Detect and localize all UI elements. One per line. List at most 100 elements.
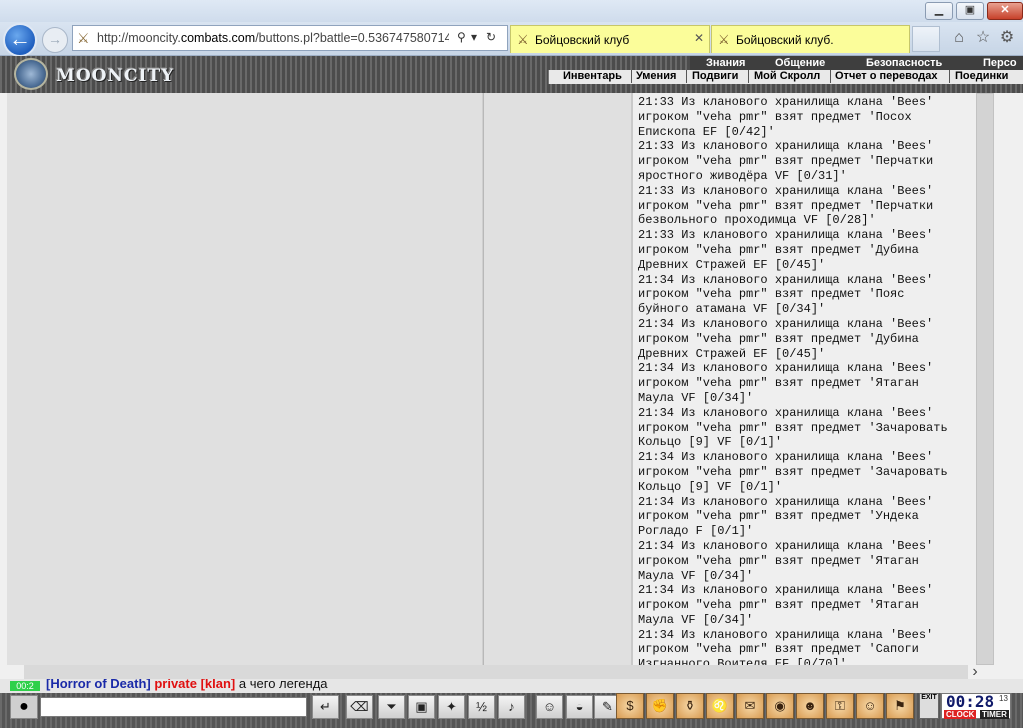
mask-button[interactable]: ☻ [796, 693, 824, 719]
half-button[interactable]: ½ [468, 695, 495, 719]
clear-button[interactable]: ⌫ [346, 695, 373, 719]
dropdown-icon[interactable]: ▾ [471, 30, 477, 44]
exit-label: EXIT [921, 694, 937, 701]
chat-private-tag[interactable]: private [klan] [154, 679, 235, 691]
sound-button[interactable]: ♪ [498, 695, 525, 719]
log-line: игроком "veha pmr" взят предмет 'Пояс [638, 287, 905, 302]
friends-button[interactable]: ☺ [856, 693, 884, 719]
transfer-button[interactable]: ✦ [438, 695, 465, 719]
funnel-icon: ⏷ [386, 699, 397, 714]
log-line: игроком "veha pmr" взят предмет 'Посох [638, 109, 912, 124]
log-line: 21:34 Из кланового хранилища клана 'Bees… [638, 583, 934, 598]
menu-communication[interactable]: Общение [775, 57, 825, 69]
log-line: 21:34 Из кланового хранилища клана 'Bees… [638, 316, 934, 331]
filter-button[interactable]: ⏷ [378, 695, 405, 719]
log-line: 21:34 Из кланового хранилища клана 'Bees… [638, 405, 934, 420]
menu-transfer-report[interactable]: Отчет о переводах [835, 70, 938, 82]
tab-label: Бойцовский клуб [535, 33, 630, 47]
favorites-star-icon[interactable]: ☆ [972, 27, 994, 49]
gear-icon[interactable]: ⚙ [996, 27, 1018, 49]
logo-text: MOONCITY [56, 66, 175, 86]
close-window-button[interactable]: ✕ [987, 2, 1023, 20]
timer-label[interactable]: TIMER [980, 710, 1009, 719]
main-frame [7, 93, 482, 665]
send-button[interactable]: ↵ [312, 695, 339, 719]
fraction-icon: ½ [476, 699, 487, 714]
scroll-button[interactable]: ✉ [736, 693, 764, 719]
log-line: 21:33 Из кланового хранилища клана 'Bees… [638, 183, 934, 198]
log-line: игроком "veha pmr" взят предмет 'Зачаров… [638, 464, 948, 479]
spy-icon: ◉ [774, 698, 786, 713]
right-margin [994, 93, 1023, 665]
back-button[interactable]: ← [3, 23, 37, 57]
address-bar[interactable]: ⚔ http://mooncity.combats.com/buttons.pl… [72, 25, 508, 51]
log-line: Маула VF [0/34]' [638, 390, 754, 405]
new-tab-button[interactable] [912, 26, 940, 52]
menu-knowledge[interactable]: Знания [706, 57, 745, 69]
log-line: игроком "veha pmr" взят предмет 'Ундека [638, 509, 919, 524]
tab-combats-2[interactable]: ⚔ Бойцовский клуб. [711, 25, 910, 53]
save-chat-button[interactable]: ▣ [408, 695, 435, 719]
bag-button[interactable]: $ [616, 693, 644, 719]
menu-separator [686, 70, 687, 83]
lion-button[interactable]: ♌ [706, 693, 734, 719]
minimize-button[interactable]: ▁ [925, 2, 953, 20]
vertical-scrollbar[interactable] [976, 93, 994, 665]
clan-storage-log: 21:33 Из кланового хранилища клана 'Bees… [633, 93, 976, 665]
refresh-icon[interactable]: ↻ [486, 30, 496, 44]
log-line: 21:34 Из кланового хранилища клана 'Bees… [638, 272, 934, 287]
menu-security[interactable]: Безопасность [866, 57, 942, 69]
scrollbar-thumb[interactable] [976, 93, 994, 665]
log-line: 21:34 Из кланового хранилища клана 'Bees… [638, 627, 934, 642]
menu-character[interactable]: Персо [983, 57, 1017, 69]
crossed-swords-icon: ⚔ [718, 32, 730, 47]
exit-button[interactable]: EXIT [919, 693, 939, 719]
scroll-right-icon[interactable]: › [966, 664, 984, 680]
log-line: Древних Стражей EF [0/45]' [638, 257, 826, 272]
tab-combats-1[interactable]: ⚔ Бойцовский клуб ✕ [510, 25, 710, 53]
fight-button[interactable]: ✊ [646, 693, 674, 719]
spy-button[interactable]: ◉ [766, 693, 794, 719]
left-margin [0, 93, 7, 665]
scroll-icon: ✉ [744, 698, 756, 713]
search-icon[interactable]: ⚲ [457, 30, 466, 44]
chat-message: [Horror of Death] private [klan] а чего … [46, 679, 328, 691]
chat-input[interactable] [40, 697, 307, 717]
menu-inventory[interactable]: Инвентарь [563, 70, 622, 82]
crossed-swords-icon: ⚔ [517, 32, 529, 47]
log-line: 21:34 Из кланового хранилища клана 'Bees… [638, 450, 934, 465]
log-line: 21:34 Из кланового хранилища клана 'Bees… [638, 361, 934, 376]
menu-skills[interactable]: Умения [636, 70, 676, 82]
menu-separator [830, 70, 831, 83]
arrow-left-icon: ← [9, 26, 31, 51]
smiley-menu-button[interactable]: ● [10, 695, 38, 719]
address-url[interactable]: http://mooncity.combats.com/buttons.pl?b… [97, 31, 449, 45]
lion-icon: ♌ [711, 698, 729, 713]
lock-button[interactable]: ⚿ [826, 693, 854, 719]
log-line: 21:34 Из кланового хранилища клана 'Bees… [638, 494, 934, 509]
flag-button[interactable]: ⚑ [886, 693, 914, 719]
helmet-button[interactable]: ◒ [566, 695, 593, 719]
smiles-button[interactable]: ☺ [536, 695, 563, 719]
menu-achievements[interactable]: Подвиги [692, 70, 738, 82]
horizontal-scrollbar[interactable] [24, 665, 968, 679]
close-tab-icon[interactable]: ✕ [694, 31, 704, 45]
log-text: 21:33 Из кланового хранилища клана 'Bees… [633, 93, 976, 665]
menu-my-scroll[interactable]: Мой Скролл [754, 70, 820, 82]
forward-button[interactable]: → [42, 27, 68, 53]
log-line: Маула VF [0/34]' [638, 612, 754, 627]
smiley-icon: ☺ [542, 699, 557, 714]
log-line: Маула VF [0/34]' [638, 568, 754, 583]
chat-sender[interactable]: [Horror of Death] [46, 679, 151, 691]
potion-button[interactable]: ⚱ [676, 693, 704, 719]
clock-label[interactable]: CLOCK [944, 710, 977, 719]
maximize-button[interactable]: ▣ [956, 2, 984, 20]
log-line: Древних Стражей EF [0/45]' [638, 346, 826, 361]
helmet-icon: ◒ [575, 699, 584, 714]
money-bag-icon: $ [626, 698, 634, 713]
log-line: игроком "veha pmr" взят предмет 'Дубина [638, 331, 919, 346]
menu-battles[interactable]: Поединки [955, 70, 1008, 82]
home-icon[interactable]: ⌂ [948, 27, 970, 49]
crossed-swords-icon: ⚔ [77, 30, 90, 46]
chat-time-badge: 00:2 [10, 681, 40, 691]
